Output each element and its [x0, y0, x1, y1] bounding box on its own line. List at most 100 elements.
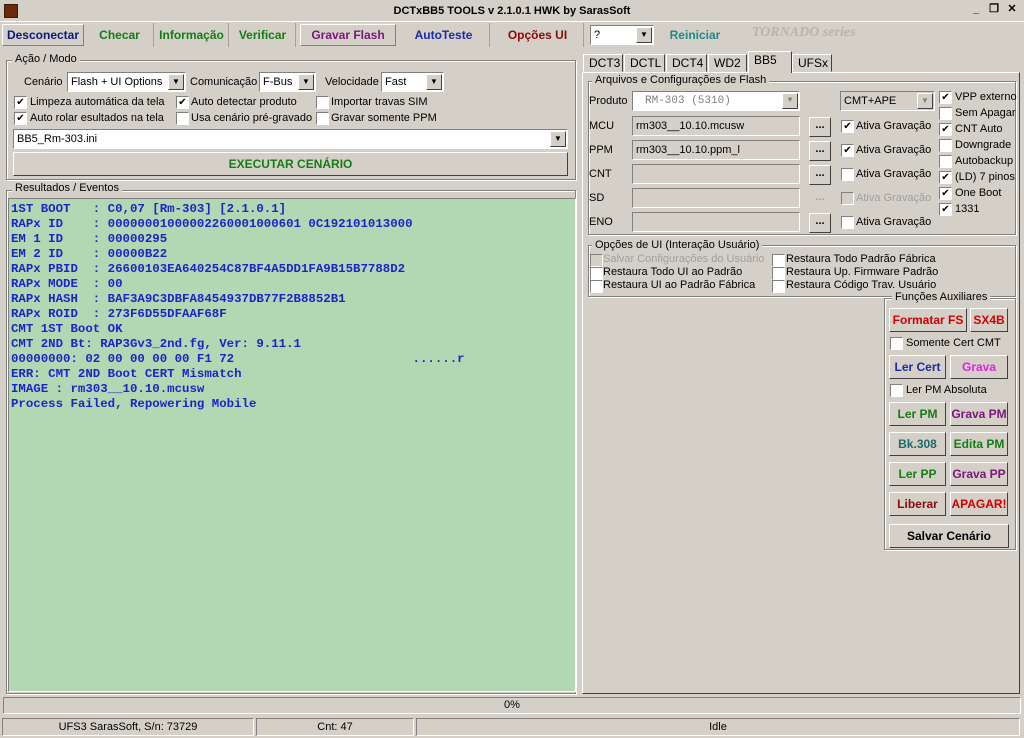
formatar-fs-button[interactable]: Formatar FS: [889, 308, 967, 332]
cnt-label: CNT: [589, 168, 612, 180]
executar-cenario-button[interactable]: EXECUTAR CENÁRIO: [13, 152, 568, 176]
velocidade-label: Velocidade: [325, 76, 379, 88]
limpeza-label: Limpeza automática da tela: [30, 96, 165, 108]
downgrade-label: Downgrade: [955, 139, 1012, 151]
ler-pm-absoluta-checkbox[interactable]: [890, 384, 903, 397]
desconectar-button[interactable]: Desconectar: [2, 24, 84, 46]
comunicacao-select[interactable]: F-Bus ▼: [259, 72, 316, 92]
restaura-todo-ui-label: Restaura Todo UI ao Padrão: [603, 266, 743, 278]
grava-pp-button[interactable]: Grava PP: [950, 462, 1008, 486]
auto-detectar-label: Auto detectar produto: [191, 96, 297, 108]
tab-dctl[interactable]: DCTL: [624, 54, 665, 72]
restaura-firmware-checkbox[interactable]: [772, 267, 785, 280]
sd-file-field[interactable]: [632, 188, 800, 208]
help-combo[interactable]: ? ▼: [590, 25, 654, 45]
grava-pm-button[interactable]: Grava PM: [950, 402, 1008, 426]
ld-7-pinos-checkbox[interactable]: ✔: [939, 171, 952, 184]
cenario-select[interactable]: Flash + UI Options ▼: [67, 72, 186, 92]
mcu-browse-button[interactable]: ...: [809, 117, 831, 137]
edita-pm-button[interactable]: Edita PM: [950, 432, 1008, 456]
ppm-ativa-label: Ativa Gravação: [856, 144, 932, 156]
cnt-auto-checkbox[interactable]: ✔: [939, 123, 952, 136]
mode-select[interactable]: CMT+APE ▼: [840, 91, 935, 111]
ppm-ativa-checkbox[interactable]: ✔: [841, 144, 854, 157]
salvar-cenario-button[interactable]: Salvar Cenário: [889, 524, 1009, 548]
resultados-label: Resultados / Eventos: [12, 182, 122, 194]
restaura-todo-ui-checkbox[interactable]: [590, 267, 603, 280]
ler-pm-button[interactable]: Ler PM: [889, 402, 946, 426]
tab-ufsx[interactable]: UFSx: [792, 54, 832, 72]
autobackup-checkbox[interactable]: [939, 155, 952, 168]
close-button[interactable]: ✕: [1004, 3, 1020, 17]
ler-pp-button[interactable]: Ler PP: [889, 462, 946, 486]
console-line: CMT 1ST Boot OK: [11, 322, 123, 336]
auto-detectar-checkbox[interactable]: ✔: [176, 96, 189, 109]
restaura-todo-fabrica-checkbox[interactable]: [772, 254, 785, 267]
gravar-flash-button[interactable]: Gravar Flash: [300, 24, 396, 46]
console-line: RAPx ROID : 273F6D55DFAAF68F: [11, 307, 227, 321]
sem-apagar-label: Sem Apagar: [955, 107, 1016, 119]
restaura-codigo-checkbox[interactable]: [772, 280, 785, 293]
status-device: UFS3 SarasSoft, S/n: 73729: [2, 718, 254, 736]
tab-wd2[interactable]: WD2: [708, 54, 747, 72]
minimize-button[interactable]: _: [968, 3, 984, 17]
bk308-button[interactable]: Bk.308: [889, 432, 946, 456]
one-boot-checkbox[interactable]: ✔: [939, 187, 952, 200]
checar-button[interactable]: Checar: [86, 23, 154, 47]
mcu-label: MCU: [589, 120, 615, 132]
ppm-file-field[interactable]: rm303__10.10.ppm_l: [632, 140, 800, 160]
results-console[interactable]: 1ST BOOT : C0,07 [Rm-303] [2.1.0.1] RAPx …: [8, 198, 576, 692]
eno-browse-button[interactable]: ...: [809, 213, 831, 233]
chevron-down-icon: ▼: [550, 131, 566, 147]
cnt-file-field[interactable]: [632, 164, 800, 184]
sd-browse-button[interactable]: ...: [809, 189, 831, 209]
grava-cert-button[interactable]: Grava Cert: [950, 355, 1008, 379]
sx4b-button[interactable]: SX4B: [970, 308, 1008, 332]
console-line: RAPx HASH : BAF3A9C3DBFA8454937DB77F2B88…: [11, 292, 346, 306]
tab-dct3[interactable]: DCT3: [583, 54, 623, 72]
verificar-button[interactable]: Verificar: [230, 23, 296, 47]
chevron-down-icon: ▼: [636, 27, 652, 43]
salvar-config-checkbox[interactable]: [590, 254, 603, 267]
ini-file-value: BB5_Rm-303.ini: [17, 133, 98, 145]
importar-travas-checkbox[interactable]: [316, 96, 329, 109]
apagar-button[interactable]: APAGAR!: [950, 492, 1008, 516]
flash-group-label: Arquivos e Configurações de Flash: [592, 74, 770, 86]
sem-apagar-checkbox[interactable]: [939, 107, 952, 120]
window-title: DCTxBB5 TOOLS v 2.1.0.1 HWK by SarasSoft: [393, 5, 631, 17]
somente-cert-checkbox[interactable]: [890, 337, 903, 350]
reiniciar-button[interactable]: Reiniciar: [660, 23, 730, 47]
mcu-file-field[interactable]: rm303__10.10.mcusw: [632, 116, 800, 136]
ini-file-select[interactable]: BB5_Rm-303.ini ▼: [13, 129, 568, 149]
mcu-ativa-checkbox[interactable]: ✔: [841, 120, 854, 133]
tab-bb5[interactable]: BB5: [748, 51, 792, 73]
informacao-button[interactable]: Informação: [155, 23, 229, 47]
1331-checkbox[interactable]: ✔: [939, 203, 952, 216]
help-combo-value: ?: [594, 29, 601, 41]
one-boot-label: One Boot: [955, 187, 1002, 199]
eno-file-field[interactable]: [632, 212, 800, 232]
liberar-button[interactable]: Liberar: [889, 492, 946, 516]
gravar-ppm-checkbox[interactable]: [316, 112, 329, 125]
velocidade-select[interactable]: Fast ▼: [381, 72, 444, 92]
cnt-ativa-checkbox[interactable]: [841, 168, 854, 181]
opcoes-ui-button[interactable]: Opções UI: [492, 23, 584, 47]
restore-button[interactable]: ❐: [986, 3, 1002, 17]
restaura-ui-fabrica-checkbox[interactable]: [590, 280, 603, 293]
eno-ativa-checkbox[interactable]: [841, 216, 854, 229]
vpp-externo-checkbox[interactable]: ✔: [939, 91, 952, 104]
ppm-browse-button[interactable]: ...: [809, 141, 831, 161]
produto-select[interactable]: RM-303 (5310) ▼: [632, 91, 800, 111]
tab-dct4[interactable]: DCT4: [666, 54, 707, 72]
cnt-browse-button[interactable]: ...: [809, 165, 831, 185]
ler-cert-button[interactable]: Ler Cert: [889, 355, 946, 379]
autoteste-button[interactable]: AutoTeste: [398, 23, 490, 47]
auto-rolar-checkbox[interactable]: ✔: [14, 112, 27, 125]
sd-ativa-checkbox[interactable]: [841, 192, 854, 205]
restaura-todo-fabrica-label: Restaura Todo Padrão Fábrica: [786, 253, 936, 265]
limpeza-checkbox[interactable]: ✔: [14, 96, 27, 109]
usa-cenario-checkbox[interactable]: [176, 112, 189, 125]
ppm-label: PPM: [589, 144, 613, 156]
acao-modo-label: Ação / Modo: [12, 53, 80, 65]
downgrade-checkbox[interactable]: [939, 139, 952, 152]
